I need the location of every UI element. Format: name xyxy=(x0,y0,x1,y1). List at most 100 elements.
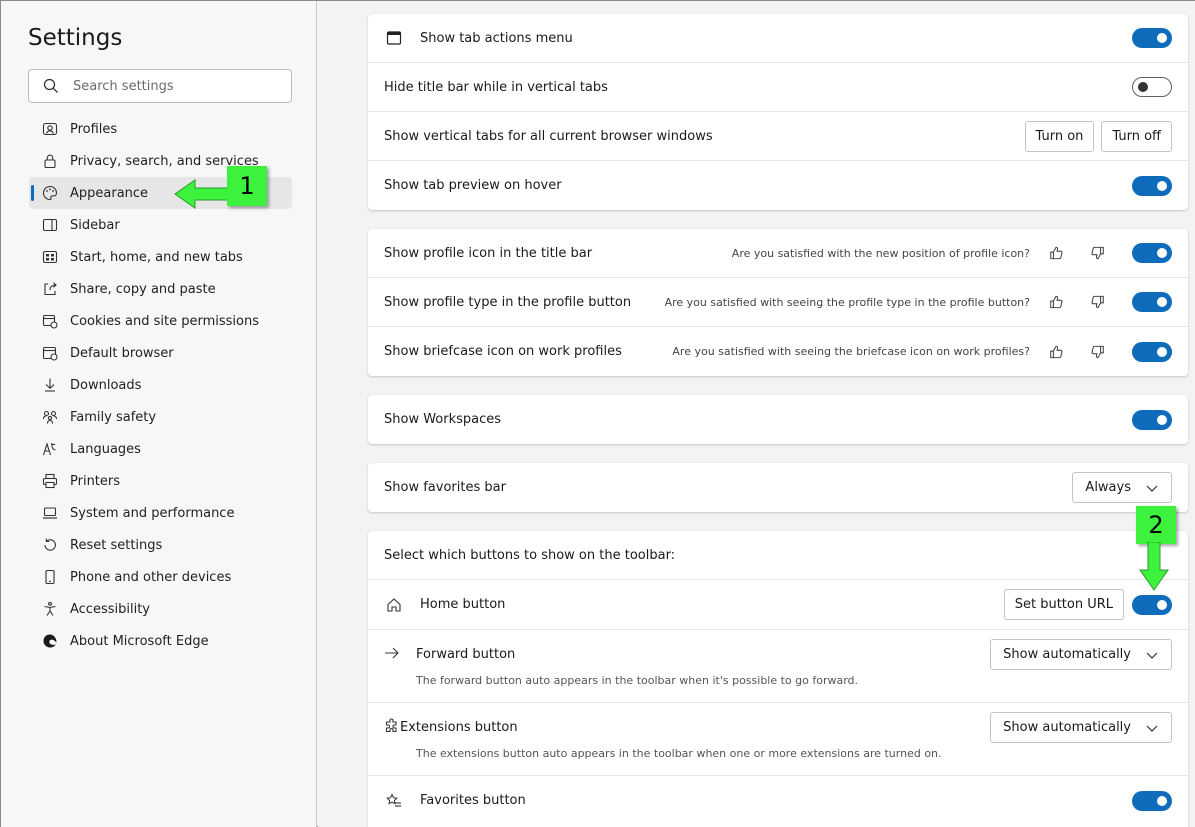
sidebar-item-about[interactable]: About Microsoft Edge xyxy=(29,625,292,657)
sidebar-item-cookies[interactable]: Cookies and site permissions xyxy=(29,305,292,337)
settings-sidebar: Settings Profiles Privacy, search, and s… xyxy=(1,1,317,827)
search-box[interactable] xyxy=(28,69,292,103)
annotation-step-1: 1 xyxy=(227,166,267,206)
palette-icon xyxy=(41,184,59,202)
tab-preview-row: Show tab preview on hover xyxy=(368,161,1188,210)
languages-icon xyxy=(41,440,59,458)
thumbs-up-icon[interactable] xyxy=(1048,245,1064,261)
favorites-bar-row: Show favorites bar Always xyxy=(368,463,1188,512)
profile-icon-label: Show profile icon in the title bar xyxy=(384,245,593,261)
tab-preview-label: Show tab preview on hover xyxy=(384,178,562,193)
annotation-arrow-1 xyxy=(174,179,230,209)
sidebar-item-printers[interactable]: Printers xyxy=(29,465,292,497)
extensions-button-value: Show automatically xyxy=(1003,720,1131,735)
sidebar-item-label: Sidebar xyxy=(70,217,120,233)
turn-off-button[interactable]: Turn off xyxy=(1101,120,1172,152)
printer-icon xyxy=(41,472,59,490)
feedback-text: Are you satisfied with seeing the profil… xyxy=(664,295,1030,309)
extensions-button-description: The extensions button auto appears in th… xyxy=(416,747,942,760)
sidebar-item-profiles[interactable]: Profiles xyxy=(29,113,292,145)
profile-icon-row: Show profile icon in the title bar Are y… xyxy=(368,229,1188,278)
briefcase-toggle[interactable] xyxy=(1132,341,1172,362)
forward-button-label: Forward button xyxy=(416,647,516,662)
hide-title-bar-toggle[interactable] xyxy=(1132,77,1172,97)
arrow-right-icon xyxy=(384,645,400,665)
toolbar-buttons-card: Select which buttons to show on the tool… xyxy=(368,531,1188,827)
forward-button-dropdown[interactable]: Show automatically xyxy=(990,639,1172,670)
sidebar-item-sidebar[interactable]: Sidebar xyxy=(29,209,292,241)
sidebar-item-family-safety[interactable]: Family safety xyxy=(29,401,292,433)
favorites-bar-card: Show favorites bar Always xyxy=(368,463,1188,512)
tab-preview-toggle[interactable] xyxy=(1132,175,1172,196)
sidebar-item-accessibility[interactable]: Accessibility xyxy=(29,593,292,625)
sidebar-item-phone[interactable]: Phone and other devices xyxy=(29,561,292,593)
sidebar-item-system[interactable]: System and performance xyxy=(29,497,292,529)
sidebar-item-downloads[interactable]: Downloads xyxy=(29,369,292,401)
favorites-button-label: Favorites button xyxy=(420,793,526,808)
sidebar-item-label: Default browser xyxy=(70,345,174,361)
sidebar-item-label: Languages xyxy=(70,441,141,457)
forward-button-value: Show automatically xyxy=(1003,647,1131,662)
tab-actions-icon xyxy=(384,28,404,48)
home-button-toggle[interactable] xyxy=(1132,594,1172,615)
tab-actions-label: Show tab actions menu xyxy=(420,30,573,46)
workspaces-card: Show Workspaces xyxy=(368,395,1188,444)
reset-icon xyxy=(41,536,59,554)
briefcase-label: Show briefcase icon on work profiles xyxy=(384,344,622,359)
home-icon xyxy=(384,595,404,615)
thumbs-up-icon[interactable] xyxy=(1048,294,1064,310)
vertical-tabs-all-label: Show vertical tabs for all current brows… xyxy=(384,128,713,144)
extensions-button-dropdown[interactable]: Show automatically xyxy=(990,712,1172,743)
extensions-button-row: Extensions button Show automatically The… xyxy=(368,703,1188,776)
sidebar-item-label: Share, copy and paste xyxy=(70,281,216,297)
tab-actions-toggle[interactable] xyxy=(1132,28,1172,48)
sidebar-item-default-browser[interactable]: Default browser xyxy=(29,337,292,369)
sidebar-item-label: About Microsoft Edge xyxy=(70,633,209,649)
workspaces-row: Show Workspaces xyxy=(368,395,1188,444)
sidebar-item-label: Cookies and site permissions xyxy=(70,313,259,329)
set-button-url-button[interactable]: Set button URL xyxy=(1003,589,1124,620)
favorites-button-toggle[interactable] xyxy=(1132,790,1172,811)
forward-button-row: Forward button Show automatically The fo… xyxy=(368,630,1188,703)
workspaces-label: Show Workspaces xyxy=(384,412,502,427)
profile-icon-toggle[interactable] xyxy=(1132,243,1172,263)
workspaces-toggle[interactable] xyxy=(1132,409,1172,430)
favorites-bar-dropdown[interactable]: Always xyxy=(1072,472,1172,503)
phone-icon xyxy=(41,568,59,586)
thumbs-down-icon[interactable] xyxy=(1090,245,1106,261)
toolbar-heading: Select which buttons to show on the tool… xyxy=(384,547,676,563)
thumbs-down-icon[interactable] xyxy=(1090,344,1106,360)
cookies-icon xyxy=(41,312,59,330)
forward-button-description: The forward button auto appears in the t… xyxy=(416,674,859,687)
tab-actions-row: Show tab actions menu xyxy=(368,14,1188,63)
favorites-bar-label: Show favorites bar xyxy=(384,480,506,495)
lock-icon xyxy=(41,152,59,170)
sidebar-item-label: Start, home, and new tabs xyxy=(70,249,243,265)
sidebar-item-label: Family safety xyxy=(70,409,157,425)
favorites-star-icon xyxy=(384,791,404,811)
sidebar-item-reset[interactable]: Reset settings xyxy=(29,529,292,561)
sidebar-item-start-home[interactable]: Start, home, and new tabs xyxy=(29,241,292,273)
home-tabs-icon xyxy=(41,248,59,266)
turn-on-button[interactable]: Turn on xyxy=(1024,120,1095,152)
thumbs-down-icon[interactable] xyxy=(1090,294,1106,310)
toolbar-heading-row: Select which buttons to show on the tool… xyxy=(368,531,1188,580)
thumbs-up-icon[interactable] xyxy=(1048,344,1064,360)
share-icon xyxy=(41,280,59,298)
profile-type-toggle[interactable] xyxy=(1132,292,1172,312)
hide-title-bar-label: Hide title bar while in vertical tabs xyxy=(384,79,608,95)
feedback-text: Are you satisfied with seeing the briefc… xyxy=(672,345,1030,358)
profile-type-row: Show profile type in the profile button … xyxy=(368,278,1188,327)
page-title: Settings xyxy=(28,25,123,51)
annotation-step-2: 2 xyxy=(1136,506,1176,544)
annotation-arrow-2 xyxy=(1139,542,1169,591)
sidebar-item-share[interactable]: Share, copy and paste xyxy=(29,273,292,305)
edge-icon xyxy=(41,632,59,650)
sidebar-icon xyxy=(41,216,59,234)
search-input[interactable] xyxy=(73,78,273,94)
sidebar-item-label: Downloads xyxy=(70,377,142,393)
profile-card: Show profile icon in the title bar Are y… xyxy=(368,229,1188,376)
sidebar-item-languages[interactable]: Languages xyxy=(29,433,292,465)
puzzle-icon xyxy=(384,718,400,738)
search-icon xyxy=(43,78,58,93)
